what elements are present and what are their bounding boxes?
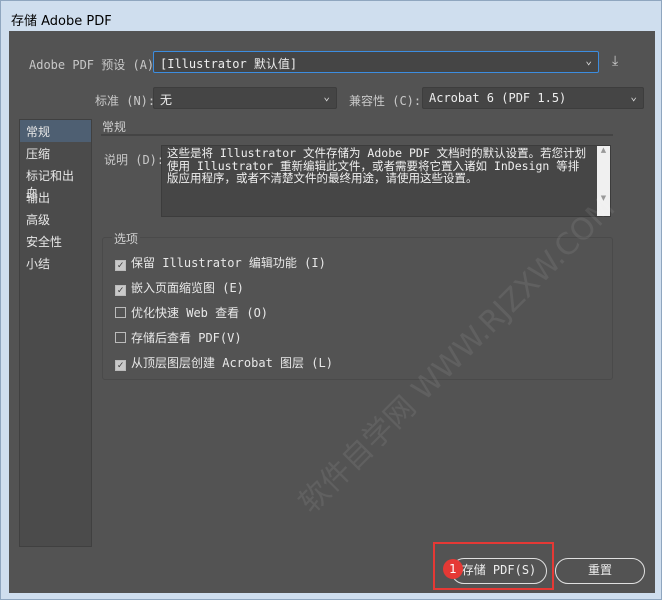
preset-label: Adobe PDF 预设 (A): <box>29 58 162 72</box>
preset-select[interactable]: [Illustrator 默认值] ⌄ <box>153 51 599 73</box>
compat-value: Acrobat 6 (PDF 1.5) <box>429 91 567 105</box>
checkbox-checked-icon: ✓ <box>115 285 126 296</box>
option-label: 嵌入页面缩览图 (E) <box>131 281 244 295</box>
option-fast-web-view[interactable]: 优化快速 Web 查看 (O) <box>115 304 268 321</box>
compat-label: 兼容性 (C): <box>349 94 422 108</box>
option-label: 存储后查看 PDF(V) <box>131 331 242 345</box>
save-preset-icon[interactable]: ⤓ <box>612 53 630 71</box>
checkbox-empty-icon <box>115 332 126 343</box>
dialog-body: Adobe PDF 预设 (A): [Illustrator 默认值] ⌄ ⤓ 标… <box>9 31 655 593</box>
option-preserve-editing[interactable]: ✓ 保留 Illustrator 编辑功能 (I) <box>115 254 326 271</box>
chevron-down-icon: ⌄ <box>323 90 330 103</box>
description-text: 这些是将 Illustrator 文件存储为 Adobe PDF 文档时的默认设… <box>161 145 611 217</box>
description-label: 说明 (D): <box>104 153 165 167</box>
option-create-acrobat-layers[interactable]: ✓ 从顶层图层创建 Acrobat 图层 (L) <box>115 354 333 371</box>
preset-value: [Illustrator 默认值] <box>160 57 298 71</box>
checkbox-empty-icon <box>115 307 126 318</box>
standard-label: 标准 (N): <box>95 94 156 108</box>
window-title: 存储 Adobe PDF <box>11 14 112 29</box>
standard-select[interactable]: 无 ⌄ <box>153 87 337 109</box>
checkbox-checked-icon: ✓ <box>115 360 126 371</box>
chevron-down-icon: ⌄ <box>585 54 592 67</box>
option-embed-thumbnails[interactable]: ✓ 嵌入页面缩览图 (E) <box>115 279 244 296</box>
sidebar-item-output[interactable]: 输出 <box>20 186 91 208</box>
sidebar-item-compression[interactable]: 压缩 <box>20 142 91 164</box>
checkbox-checked-icon: ✓ <box>115 260 126 271</box>
option-label: 从顶层图层创建 Acrobat 图层 (L) <box>131 356 333 370</box>
chevron-down-icon: ⌄ <box>630 90 637 103</box>
section-title: 常规 <box>102 120 127 134</box>
sidebar-item-advanced[interactable]: 高级 <box>20 208 91 230</box>
sidebar-item-security[interactable]: 安全性 <box>20 230 91 252</box>
options-title: 选项 <box>112 230 141 247</box>
reset-button[interactable]: 重置 <box>555 558 645 584</box>
section-divider <box>101 134 613 136</box>
standard-value: 无 <box>160 93 173 107</box>
option-view-after-save[interactable]: 存储后查看 PDF(V) <box>115 329 242 346</box>
step-badge: 1 <box>443 559 463 579</box>
sidebar-item-general[interactable]: 常规 <box>20 120 91 142</box>
option-label: 优化快速 Web 查看 (O) <box>131 306 269 320</box>
option-label: 保留 Illustrator 编辑功能 (I) <box>131 256 326 270</box>
dialog-window: 存储 Adobe PDF Adobe PDF 预设 (A): [Illustra… <box>0 0 662 600</box>
sidebar: 常规 压缩 标记和出血 输出 高级 安全性 小结 <box>19 119 92 547</box>
sidebar-item-marks-bleeds[interactable]: 标记和出血 <box>20 164 91 200</box>
sidebar-item-summary[interactable]: 小结 <box>20 252 91 274</box>
compat-select[interactable]: Acrobat 6 (PDF 1.5) ⌄ <box>422 87 644 109</box>
